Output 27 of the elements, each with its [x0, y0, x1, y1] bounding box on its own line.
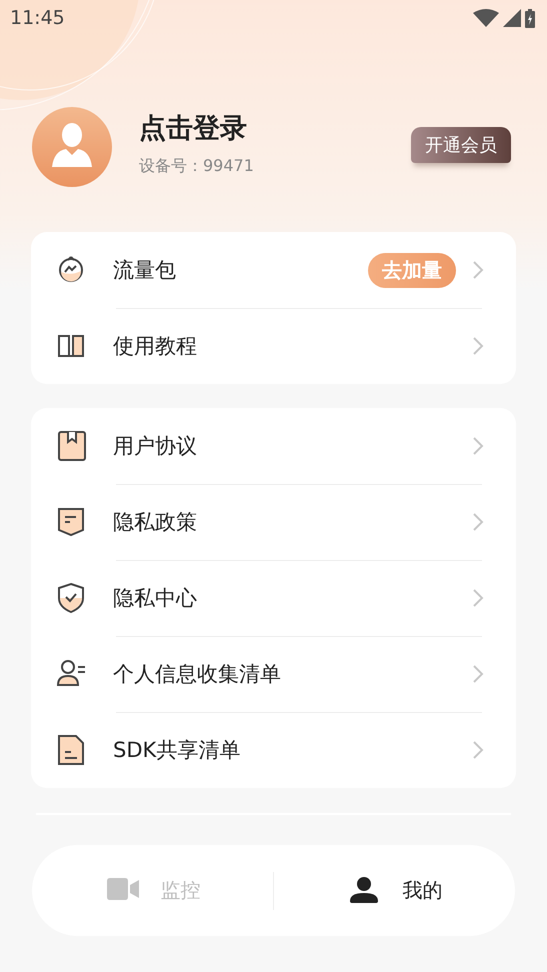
shield-check-icon	[55, 582, 87, 614]
menu-item[interactable]: 隐私中心	[31, 560, 516, 636]
signal-icon	[503, 9, 521, 27]
wifi-icon	[473, 9, 499, 27]
battery-icon	[525, 8, 535, 28]
vip-button[interactable]: 开通会员	[411, 126, 511, 162]
login-title[interactable]: 点击登录	[139, 110, 411, 146]
menu-item[interactable]: 使用教程	[31, 308, 516, 384]
device-number: 设备号：99471	[139, 156, 255, 177]
chevron-right-icon	[472, 740, 484, 760]
menu-item[interactable]: 隐私政策	[31, 484, 516, 560]
menu-item[interactable]: SDK共享清单	[31, 712, 516, 788]
chevron-right-icon	[472, 588, 484, 608]
avatar-icon[interactable]	[32, 106, 112, 186]
chevron-right-icon	[472, 260, 484, 280]
chevron-right-icon	[472, 664, 484, 684]
chevron-right-icon	[472, 512, 484, 532]
menu-item[interactable]: 个人信息收集清单	[31, 636, 516, 712]
chevron-right-icon	[472, 336, 484, 356]
document-icon	[55, 506, 87, 538]
bookmark-icon	[55, 430, 87, 462]
menu-item[interactable]: 用户协议	[31, 408, 516, 484]
chevron-right-icon	[472, 436, 484, 456]
file-icon	[55, 734, 87, 766]
status-time: 11:45	[10, 7, 65, 29]
nav-tab[interactable]: 我的	[274, 845, 515, 936]
menu-item[interactable]: 流量包 去加量	[31, 232, 516, 308]
